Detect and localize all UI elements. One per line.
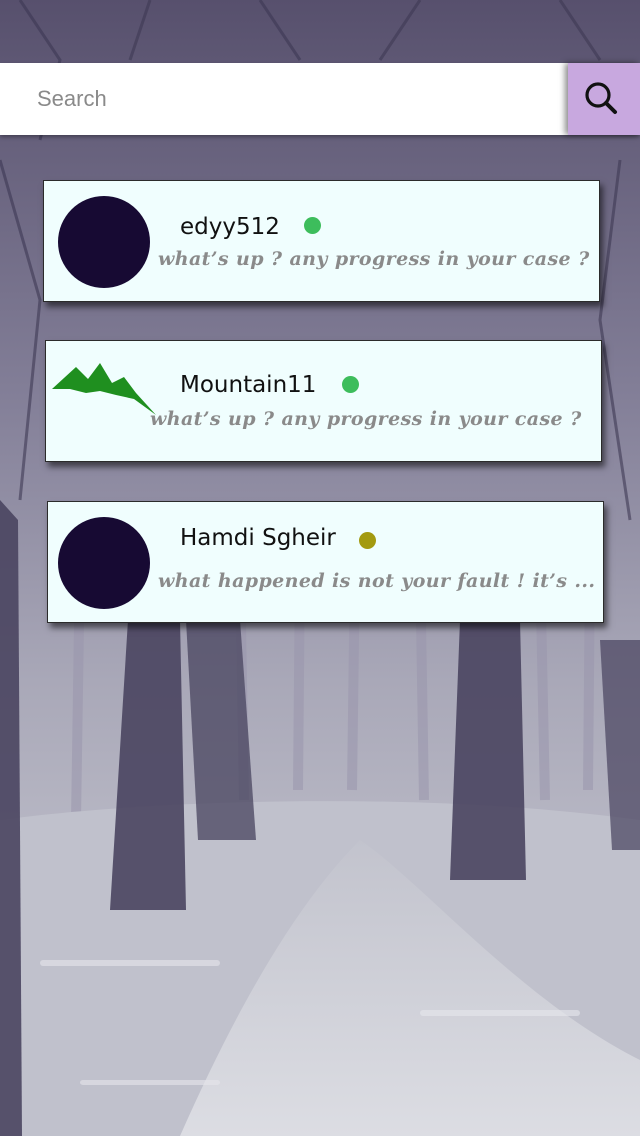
search-icon (585, 82, 617, 114)
avatar (58, 517, 150, 609)
contact-name: Hamdi Sgheir (180, 525, 336, 551)
status-away-indicator (359, 532, 376, 549)
status-online-indicator (342, 376, 359, 393)
contact-name: Mountain11 (180, 372, 317, 398)
search-button[interactable] (568, 63, 640, 135)
search-bar (0, 63, 640, 135)
chat-list-screen: edyy512 what’s up ? any progress in your… (0, 0, 640, 1136)
conversation-card[interactable]: Hamdi Sgheir what happened is not your f… (47, 501, 604, 623)
last-message-preview: what’s up ? any progress in your case ? (150, 408, 582, 430)
last-message-preview: what happened is not your fault ! it’s .… (158, 570, 596, 592)
status-online-indicator (304, 217, 321, 234)
search-input[interactable] (0, 63, 568, 135)
last-message-preview: what’s up ? any progress in your case ? (158, 248, 590, 270)
conversation-card[interactable]: Mountain11 what’s up ? any progress in y… (45, 340, 602, 462)
contact-name: edyy512 (180, 214, 280, 240)
mountain-logo-icon (52, 363, 156, 415)
conversation-card[interactable]: edyy512 what’s up ? any progress in your… (43, 180, 600, 302)
avatar (58, 196, 150, 288)
